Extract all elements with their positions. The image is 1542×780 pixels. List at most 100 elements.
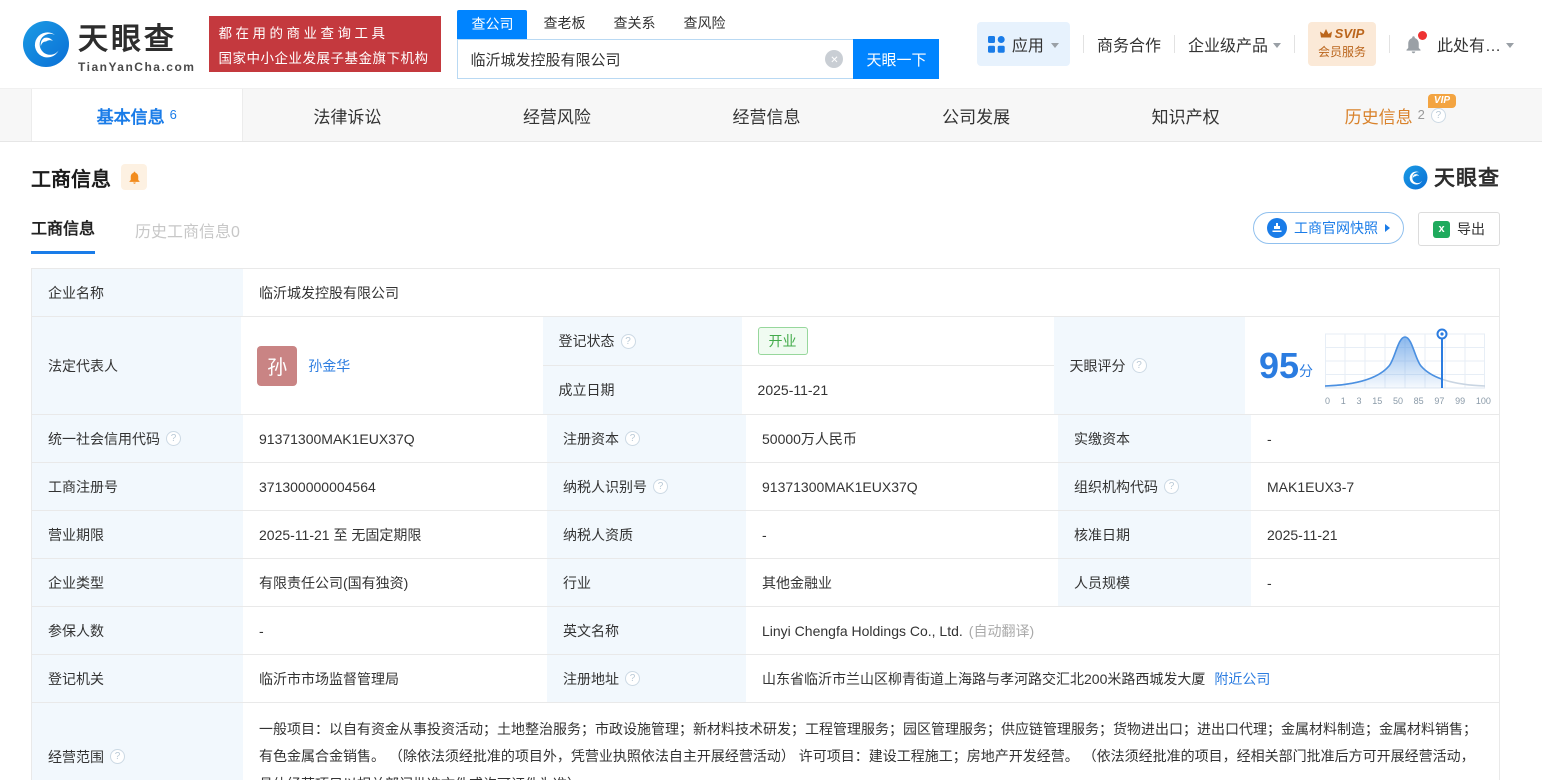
- help-icon[interactable]: [110, 749, 125, 765]
- company-name-label: 企业名称: [32, 269, 243, 316]
- help-icon[interactable]: [1131, 358, 1147, 373]
- reg-authority-label: 登记机关: [32, 655, 243, 702]
- search-tabs: 查公司 查老板 查关系 查风险: [457, 9, 939, 39]
- status-badge: 开业: [757, 327, 808, 355]
- score-chart-x-axis: 01 3 15 50 85 97 99 100: [1325, 395, 1491, 406]
- vip-badge: VIP: [1427, 94, 1457, 108]
- section-title: 工商信息: [31, 168, 111, 191]
- reg-number-label: 工商注册号: [32, 463, 243, 510]
- tab-company-development[interactable]: 公司发展: [871, 89, 1081, 141]
- tianyancha-logo[interactable]: 天眼查 TianYanCha.com: [22, 14, 195, 74]
- company-nav-tabs: 基本信息 6 法律诉讼 经营风险 经营信息 公司发展 知识产权 VIP 历史信息…: [0, 88, 1542, 142]
- divider: [1082, 35, 1084, 53]
- business-info-table: 企业名称 临沂城发控股有限公司 法定代表人 孙 孙金华 登记状态 开业 成立日期…: [31, 268, 1500, 780]
- address-value: 山东省临沂市兰山区柳青街道上海路与孝河路交汇北200米路西城发大厦 附近公司: [762, 669, 1271, 689]
- score-label: 天眼评分: [1053, 317, 1245, 414]
- staff-size-value: -: [1267, 574, 1272, 591]
- slogan-banner: 都在用的商业查询工具 国家中小企业发展子基金旗下机构: [209, 16, 442, 72]
- industry-label: 行业: [547, 559, 746, 606]
- subtab-history-business-info[interactable]: 历史工商信息0: [135, 218, 240, 254]
- establish-date-label: 成立日期: [542, 366, 742, 414]
- header-right: 应用 商务合作 企业级产品 SVIP 会员服务 此处有…: [976, 21, 1542, 67]
- svip-member-button[interactable]: SVIP 会员服务: [1307, 21, 1376, 67]
- divider: [1173, 35, 1175, 53]
- help-icon[interactable]: [625, 671, 640, 686]
- crown-icon: [1319, 29, 1332, 39]
- apps-menu-button[interactable]: 应用: [976, 22, 1070, 66]
- business-term-label: 营业期限: [32, 511, 243, 558]
- org-code-value: MAK1EUX3-7: [1267, 478, 1355, 495]
- score-number: 95: [1258, 344, 1299, 386]
- nearby-companies-link[interactable]: 附近公司: [1214, 669, 1270, 689]
- arrow-right-icon: [1385, 224, 1390, 232]
- taxpayer-quality-label: 纳税人资质: [547, 511, 746, 558]
- subtabs-row: 工商信息 历史工商信息0 工商官网快照 导出: [0, 192, 1542, 254]
- help-icon[interactable]: [1164, 479, 1179, 494]
- business-scope-label: 经营范围: [32, 703, 243, 780]
- user-menu[interactable]: 此处有…: [1437, 32, 1514, 56]
- search-input[interactable]: [457, 39, 854, 79]
- taxpayer-id-label: 纳税人识别号: [547, 463, 746, 510]
- chevron-down-icon: [1506, 42, 1514, 48]
- tab-operation-risk[interactable]: 经营风险: [452, 89, 662, 141]
- help-icon[interactable]: [653, 479, 668, 494]
- legal-rep-avatar[interactable]: 孙: [257, 345, 298, 386]
- taxpayer-id-value: 91371300MAK1EUX37Q: [762, 478, 918, 495]
- search-tab-relation[interactable]: 查关系: [613, 9, 655, 39]
- search-tab-boss[interactable]: 查老板: [543, 9, 585, 39]
- chevron-down-icon: [1050, 42, 1059, 48]
- search-tab-company[interactable]: 查公司: [457, 10, 528, 39]
- help-icon[interactable]: [1430, 107, 1446, 123]
- search-button[interactable]: 天眼一下: [853, 39, 940, 79]
- english-name-label: 英文名称: [547, 607, 746, 654]
- score-chart: 01 3 15 50 85 97 99 100: [1324, 326, 1491, 406]
- legal-rep-value: 孙 孙金华: [241, 317, 542, 414]
- section-header: 工商信息 天眼查: [0, 142, 1542, 192]
- tab-intellectual-property[interactable]: 知识产权: [1081, 89, 1291, 141]
- brand-logo-icon: [1403, 165, 1428, 190]
- tab-history-info[interactable]: VIP 历史信息 2: [1290, 89, 1500, 141]
- help-icon[interactable]: [166, 431, 181, 446]
- slogan-line1: 都在用的商业查询工具: [218, 25, 389, 41]
- subscribe-bell-button[interactable]: [121, 164, 147, 190]
- table-row: 企业类型 有限责任公司(国有独资) 行业 其他金融业 人员规模 -: [32, 558, 1499, 606]
- logo-domain: TianYanCha.com: [78, 60, 196, 74]
- tianyancha-logo-icon: [22, 20, 70, 68]
- paid-capital-value: -: [1267, 430, 1272, 447]
- table-row: 统一社会信用代码 91371300MAK1EUX37Q 注册资本 50000万人…: [32, 414, 1499, 462]
- auto-translate-note: (自动翻译): [968, 622, 1035, 639]
- notifications-bell-icon[interactable]: [1403, 30, 1427, 55]
- subtab-business-info[interactable]: 工商信息: [31, 215, 96, 254]
- official-snapshot-button[interactable]: 工商官网快照: [1253, 212, 1404, 244]
- english-name-value: Linyi Chengfa Holdings Co., Ltd. (自动翻译): [762, 622, 1035, 639]
- legal-rep-name-link[interactable]: 孙金华: [308, 356, 350, 376]
- watermark-brand: 天眼查: [1403, 162, 1500, 192]
- help-icon[interactable]: [625, 431, 640, 446]
- export-button[interactable]: 导出: [1418, 212, 1500, 246]
- enterprise-products-menu[interactable]: 企业级产品: [1188, 32, 1281, 56]
- score-unit: 分: [1299, 362, 1313, 379]
- table-row: 登记机关 临沂市市场监督管理局 注册地址 山东省临沂市兰山区柳青街道上海路与孝河…: [32, 654, 1499, 702]
- tab-count: 2: [1417, 106, 1425, 122]
- divider: [1293, 35, 1295, 53]
- table-row: 经营范围 一般项目：以自有资金从事投资活动；土地整治服务；市政设施管理；新材料技…: [32, 702, 1499, 780]
- establish-date-value: 2025-11-21: [757, 382, 829, 398]
- table-row: 营业期限 2025-11-21 至 无固定期限 纳税人资质 - 核准日期 202…: [32, 510, 1499, 558]
- reg-authority-value: 临沂市市场监督管理局: [259, 670, 399, 687]
- tab-operation-info[interactable]: 经营信息: [662, 89, 872, 141]
- tab-basic-info[interactable]: 基本信息 6: [31, 89, 243, 141]
- search-tab-risk[interactable]: 查风险: [683, 9, 725, 39]
- org-code-label: 组织机构代码: [1058, 463, 1251, 510]
- score-value: 95 分 0 1 3 15 50 85 97 99 100: [1245, 317, 1499, 414]
- help-icon[interactable]: [620, 333, 636, 349]
- reg-number-value: 371300000004564: [259, 478, 376, 495]
- business-cooperation-link[interactable]: 商务合作: [1097, 32, 1161, 56]
- paid-capital-label: 实缴资本: [1058, 415, 1251, 462]
- taxpayer-quality-value: -: [762, 526, 767, 543]
- company-type-value: 有限责任公司(国有独资): [259, 574, 409, 591]
- top-header: 天眼查 TianYanCha.com 都在用的商业查询工具 国家中小企业发展子基…: [0, 0, 1542, 88]
- tab-legal-litigation[interactable]: 法律诉讼: [243, 89, 453, 141]
- excel-icon: [1433, 220, 1450, 238]
- industry-value: 其他金融业: [762, 574, 832, 591]
- legal-rep-label: 法定代表人: [32, 317, 242, 414]
